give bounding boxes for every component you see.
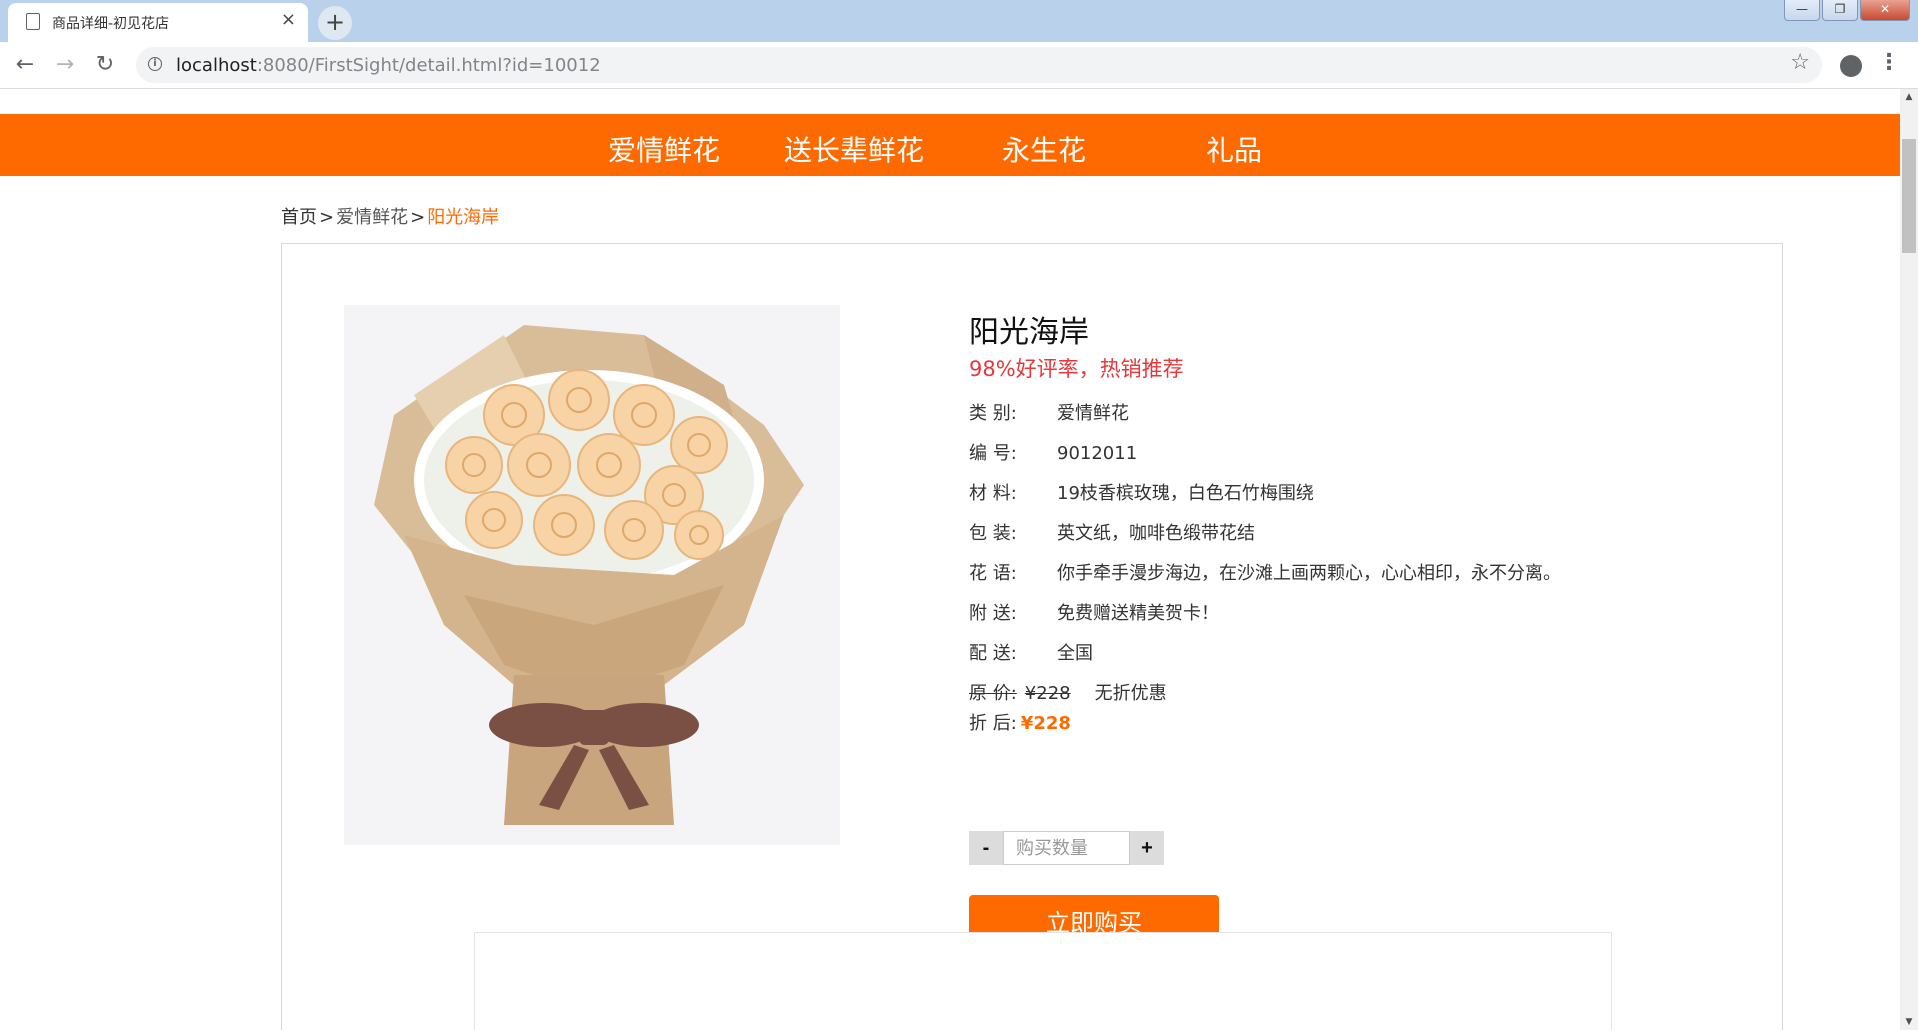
vertical-scrollbar[interactable]: ▲ ▼ <box>1900 89 1918 1030</box>
page-icon <box>26 13 40 30</box>
breadcrumb-home[interactable]: 首页 <box>281 207 317 228</box>
back-icon[interactable]: ← <box>12 52 38 78</box>
attribute-row: 材 料: 19枝香槟玫瑰，白色石竹梅围绕 <box>969 479 1314 505</box>
attribute-label: 包 装: <box>969 523 1017 544</box>
more-menu-icon[interactable]: ⋮ <box>1878 50 1900 75</box>
bookmark-star-icon[interactable]: ☆ <box>1790 50 1810 75</box>
url-path: :8080/FirstSight/detail.html?id=10012 <box>256 55 601 76</box>
product-description-panel <box>474 932 1612 1030</box>
scroll-up-arrow-icon[interactable]: ▲ <box>1900 89 1918 105</box>
attribute-label: 附 送: <box>969 603 1017 624</box>
attribute-label: 花 语: <box>969 563 1017 584</box>
attribute-row: 编 号: 9012011 <box>969 439 1137 465</box>
attribute-row: 附 送: 免费赠送精美贺卡！ <box>969 599 1219 625</box>
final-price-label: 折 后: <box>969 713 1017 734</box>
close-window-button[interactable]: ✕ <box>1860 0 1910 21</box>
scroll-thumb[interactable] <box>1902 139 1916 253</box>
original-price: ¥228 <box>1024 683 1071 704</box>
final-price-row: 折 后: ¥228 <box>969 709 1071 735</box>
tab-title: 商品详细-初见花店 <box>52 16 170 32</box>
attribute-label: 类 别: <box>969 403 1017 424</box>
bouquet-illustration <box>374 325 804 825</box>
product-slogan: 98%好评率，热销推荐 <box>969 357 1184 381</box>
product-image <box>344 305 840 845</box>
nav-item-gifts[interactable]: 礼品 <box>1206 129 1262 169</box>
forward-icon[interactable]: → <box>52 52 78 78</box>
attribute-row: 类 别: 爱情鲜花 <box>969 399 1129 425</box>
breadcrumb-current: 阳光海岸 <box>427 207 500 228</box>
browser-tab[interactable]: 商品详细-初见花店 × <box>8 3 308 42</box>
attribute-value: 免费赠送精美贺卡！ <box>1057 603 1219 624</box>
attribute-value: 英文纸，咖啡色缎带花结 <box>1057 523 1255 544</box>
final-price: ¥228 <box>1020 713 1071 734</box>
nav-item-elder-flowers[interactable]: 送长辈鲜花 <box>784 129 924 169</box>
maximize-button[interactable]: ❐ <box>1822 0 1858 21</box>
breadcrumb-category[interactable]: 爱情鲜花 <box>336 207 408 228</box>
original-price-label: 原 价: <box>969 683 1017 704</box>
decrease-quantity-button[interactable]: - <box>969 831 1003 865</box>
attribute-row: 包 装: 英文纸，咖啡色缎带花结 <box>969 519 1255 545</box>
attribute-label: 编 号: <box>969 443 1017 464</box>
product-title: 阳光海岸 <box>969 315 1089 350</box>
reload-icon[interactable]: ↻ <box>92 52 118 78</box>
attribute-label: 材 料: <box>969 483 1017 504</box>
page-viewport: 爱情鲜花 送长辈鲜花 永生花 礼品 首页 > 爱情鲜花 > 阳光海岸 阳光海岸 … <box>0 89 1900 1030</box>
attribute-value: 你手牵手漫步海边，在沙滩上画两颗心，心心相印，永不分离。 <box>1057 563 1561 584</box>
browser-tab-strip: 商品详细-初见花店 × + — ❐ ✕ <box>0 0 1918 42</box>
original-price-row: 原 价: ¥228 无折优惠 <box>969 679 1167 705</box>
attribute-value: 全国 <box>1057 643 1093 664</box>
browser-toolbar: ← → ↻ i localhost:8080/FirstSight/detail… <box>0 42 1918 89</box>
breadcrumb-separator: > <box>410 207 426 228</box>
breadcrumb-separator: > <box>319 207 335 228</box>
attribute-label: 配 送: <box>969 643 1017 664</box>
discount-note: 无折优惠 <box>1094 683 1167 704</box>
quantity-input[interactable] <box>1003 831 1130 865</box>
close-tab-icon[interactable]: × <box>281 9 296 30</box>
attribute-value: 爱情鲜花 <box>1057 403 1129 424</box>
new-tab-button[interactable]: + <box>318 6 352 40</box>
address-bar[interactable]: i localhost:8080/FirstSight/detail.html?… <box>136 47 1822 83</box>
info-icon[interactable]: i <box>148 57 162 71</box>
url-host: localhost <box>176 55 257 76</box>
url-text[interactable]: localhost:8080/FirstSight/detail.html?id… <box>176 55 601 76</box>
nav-item-love-flowers[interactable]: 爱情鲜花 <box>608 129 720 169</box>
minimize-button[interactable]: — <box>1784 0 1820 21</box>
scroll-down-arrow-icon[interactable]: ▼ <box>1900 1014 1918 1030</box>
attribute-value: 19枝香槟玫瑰，白色石竹梅围绕 <box>1057 483 1314 504</box>
nav-item-preserved-flowers[interactable]: 永生花 <box>1002 129 1086 169</box>
quantity-stepper: - + <box>969 831 1164 865</box>
window-controls: — ❐ ✕ <box>1784 0 1910 22</box>
attribute-row: 花 语: 你手牵手漫步海边，在沙滩上画两颗心，心心相印，永不分离。 <box>969 559 1561 585</box>
attribute-row: 配 送: 全国 <box>969 639 1093 665</box>
increase-quantity-button[interactable]: + <box>1130 831 1164 865</box>
attribute-value: 9012011 <box>1057 443 1138 464</box>
category-navbar: 爱情鲜花 送长辈鲜花 永生花 礼品 <box>0 114 1900 176</box>
account-icon[interactable] <box>1840 55 1862 77</box>
breadcrumb: 首页 > 爱情鲜花 > 阳光海岸 <box>281 203 499 229</box>
